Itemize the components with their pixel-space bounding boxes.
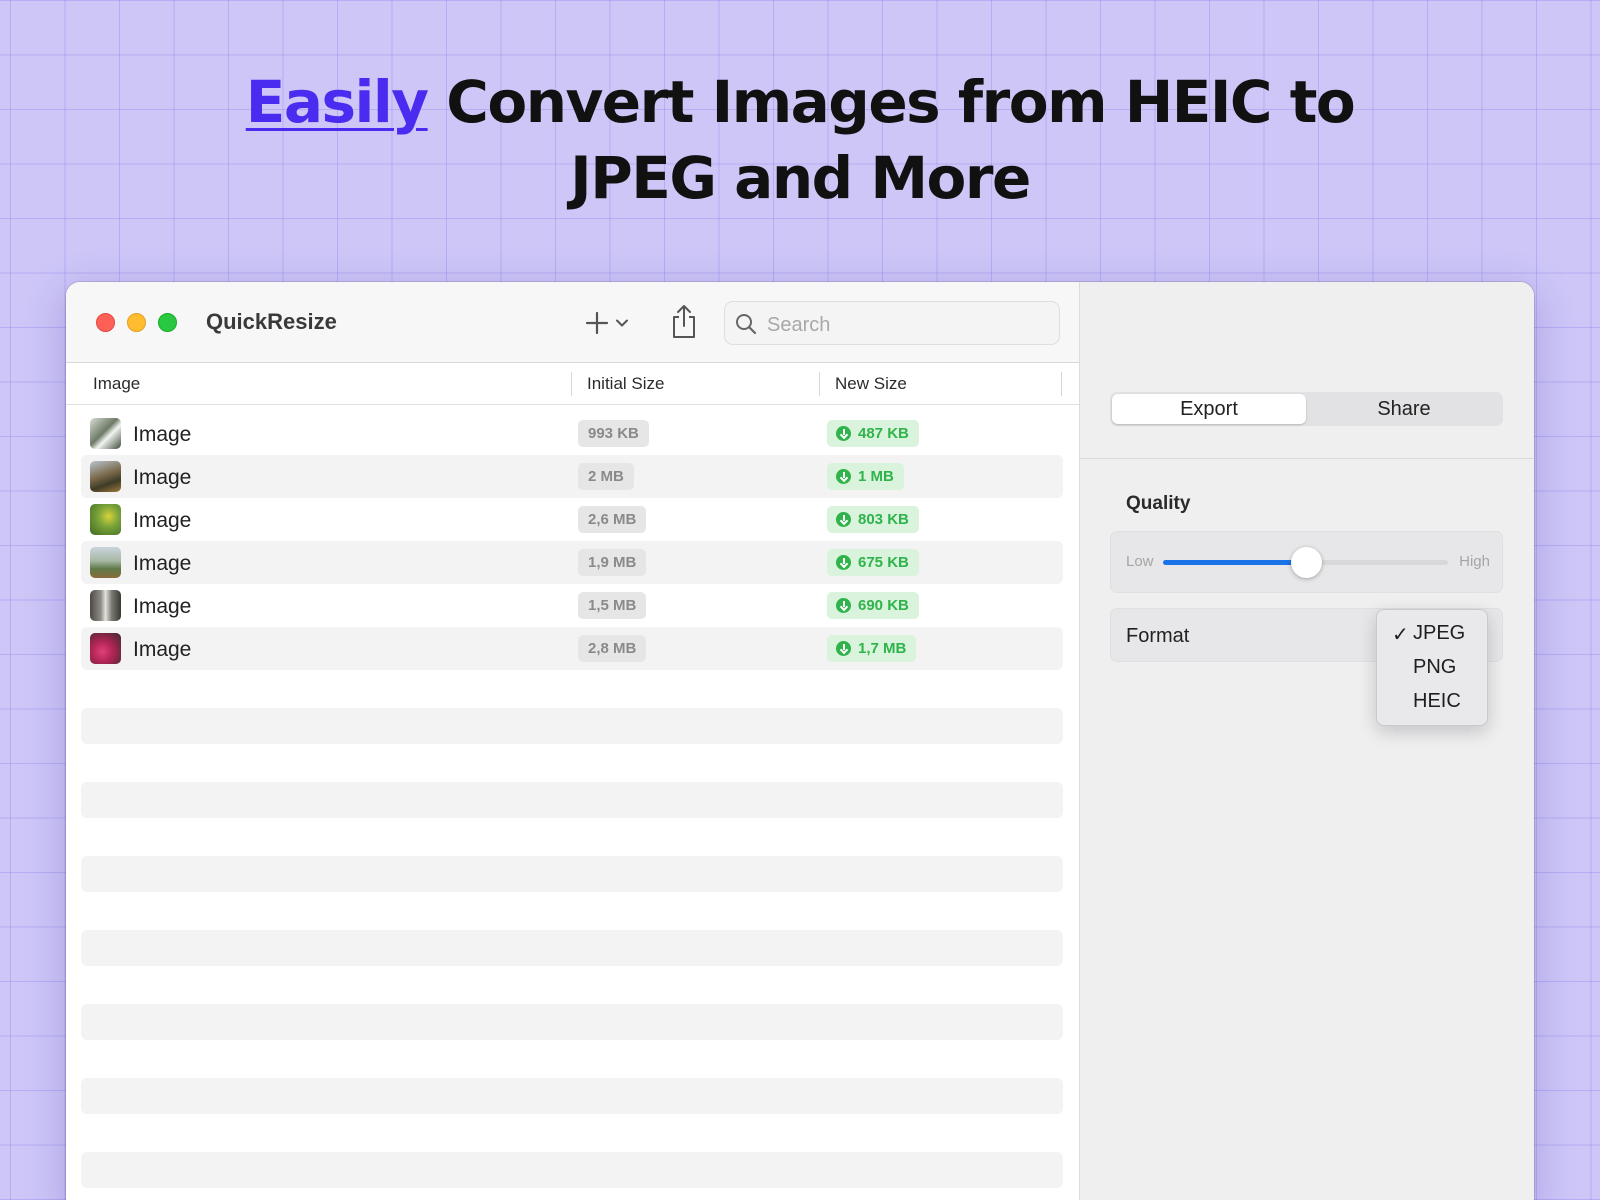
format-label: Format	[1126, 625, 1190, 647]
inspector-sidebar: Export Share Quality Low High Format ✓ J…	[1079, 282, 1534, 1200]
main-pane: QuickResize Search Image Initial Size Ne…	[66, 282, 1079, 1200]
format-option-jpeg[interactable]: JPEG	[1413, 622, 1465, 645]
tab-share[interactable]: Share	[1307, 394, 1501, 424]
export-share-segmented-control: Export Share	[1110, 392, 1503, 426]
column-header-initial-size[interactable]: Initial Size	[587, 374, 664, 394]
quality-panel: Low High	[1110, 531, 1503, 593]
column-header-new-size[interactable]: New Size	[835, 374, 907, 394]
new-size-value: 803 KB	[858, 511, 909, 528]
download-arrow-icon	[836, 512, 851, 527]
quality-slider-knob[interactable]	[1290, 547, 1322, 578]
empty-row	[81, 1152, 1063, 1188]
image-thumbnail	[90, 633, 121, 664]
chevron-down-icon[interactable]	[614, 315, 630, 331]
empty-row	[81, 1004, 1063, 1040]
image-thumbnail	[90, 504, 121, 535]
search-field[interactable]: Search	[724, 301, 1060, 345]
empty-row	[81, 930, 1063, 966]
table-row[interactable]: Image 1,9 MB 675 KB	[81, 541, 1063, 584]
new-size-badge: 1 MB	[827, 463, 904, 490]
initial-size-badge: 2 MB	[578, 463, 634, 490]
app-title: QuickResize	[206, 309, 337, 334]
headline-line1: Convert Images from HEIC to	[427, 68, 1355, 136]
quality-title: Quality	[1126, 493, 1191, 514]
column-divider[interactable]	[819, 372, 820, 396]
image-thumbnail	[90, 461, 121, 492]
new-size-value: 690 KB	[858, 597, 909, 614]
new-size-badge: 803 KB	[827, 506, 919, 533]
row-image-name: Image	[133, 423, 192, 446]
divider	[1080, 458, 1534, 459]
download-arrow-icon	[836, 426, 851, 441]
toolbar: QuickResize Search	[66, 282, 1079, 363]
empty-rows	[81, 708, 1063, 1200]
search-placeholder: Search	[767, 314, 831, 336]
share-icon	[673, 305, 695, 338]
row-image-name: Image	[133, 466, 192, 489]
download-arrow-icon	[836, 555, 851, 570]
table-row[interactable]: Image 993 KB 487 KB	[81, 412, 1063, 455]
search-icon	[736, 314, 757, 335]
quality-high-label: High	[1459, 553, 1490, 570]
initial-size-badge: 1,5 MB	[578, 592, 647, 619]
download-arrow-icon	[836, 641, 851, 656]
column-divider[interactable]	[571, 372, 572, 396]
maximize-window-button[interactable]	[158, 313, 177, 332]
add-images-button[interactable]	[584, 306, 642, 340]
headline: Easily Convert Images from HEIC to JPEG …	[0, 64, 1600, 216]
empty-row	[81, 708, 1063, 744]
image-list: Image 993 KB 487 KB Image 2 MB 1 MB Imag…	[81, 412, 1063, 670]
new-size-value: 1,7 MB	[858, 640, 907, 657]
image-thumbnail	[90, 418, 121, 449]
table-header: Image Initial Size New Size	[66, 363, 1079, 405]
new-size-badge: 675 KB	[827, 549, 919, 576]
format-option-png[interactable]: PNG	[1413, 656, 1456, 679]
row-image-name: Image	[133, 638, 192, 661]
table-row[interactable]: Image 2 MB 1 MB	[81, 455, 1063, 498]
initial-size-badge: 1,9 MB	[578, 549, 647, 576]
empty-row	[81, 1078, 1063, 1114]
new-size-badge: 1,7 MB	[827, 635, 917, 662]
headline-line2: JPEG and More	[570, 144, 1031, 212]
row-image-name: Image	[133, 509, 192, 532]
download-arrow-icon	[836, 598, 851, 613]
initial-size-badge: 993 KB	[578, 420, 649, 447]
minimize-window-button[interactable]	[127, 313, 146, 332]
table-row[interactable]: Image 2,8 MB 1,7 MB	[81, 627, 1063, 670]
new-size-value: 487 KB	[858, 425, 909, 442]
quality-slider-fill	[1163, 560, 1306, 565]
headline-accent-word: Easily	[245, 68, 429, 136]
table-row[interactable]: Image 2,6 MB 803 KB	[81, 498, 1063, 541]
empty-row	[81, 856, 1063, 892]
format-option-heic[interactable]: HEIC	[1413, 690, 1461, 713]
image-thumbnail	[90, 547, 121, 578]
quality-low-label: Low	[1126, 553, 1154, 570]
new-size-value: 1 MB	[858, 468, 894, 485]
row-image-name: Image	[133, 595, 192, 618]
checkmark-icon: ✓	[1392, 624, 1409, 646]
app-window: QuickResize Search Image Initial Size Ne…	[66, 282, 1534, 1200]
close-window-button[interactable]	[96, 313, 115, 332]
new-size-value: 675 KB	[858, 554, 909, 571]
image-thumbnail	[90, 590, 121, 621]
table-row[interactable]: Image 1,5 MB 690 KB	[81, 584, 1063, 627]
plus-icon	[585, 311, 609, 335]
download-arrow-icon	[836, 469, 851, 484]
initial-size-badge: 2,6 MB	[578, 506, 647, 533]
initial-size-badge: 2,8 MB	[578, 635, 647, 662]
new-size-badge: 690 KB	[827, 592, 919, 619]
row-image-name: Image	[133, 552, 192, 575]
empty-row	[81, 782, 1063, 818]
share-button[interactable]	[670, 304, 698, 340]
quality-slider[interactable]	[1163, 547, 1448, 578]
column-header-image[interactable]: Image	[93, 374, 140, 394]
format-dropdown-menu: ✓ JPEG PNG HEIC	[1376, 609, 1488, 726]
tab-export[interactable]: Export	[1112, 394, 1306, 424]
column-divider[interactable]	[1061, 372, 1062, 396]
new-size-badge: 487 KB	[827, 420, 919, 447]
